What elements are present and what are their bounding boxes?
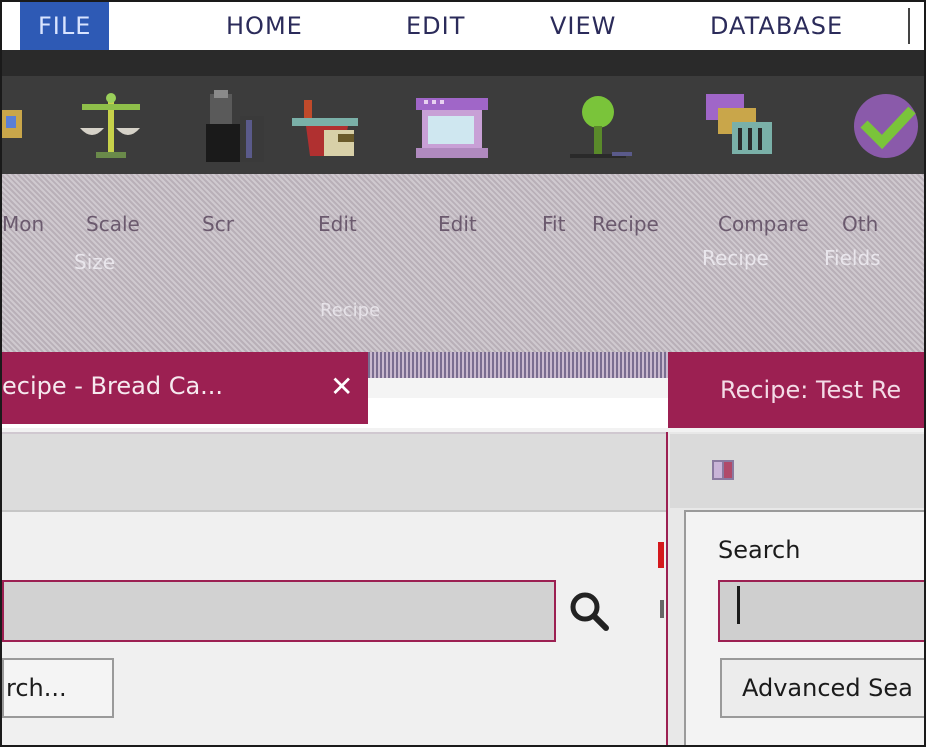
menu-edit[interactable]: EDIT <box>406 2 465 50</box>
menu-view[interactable]: VIEW <box>550 2 616 50</box>
ribbon-label: Oth <box>842 212 879 236</box>
menu-file[interactable]: FILE <box>20 2 110 50</box>
ribbon-label: Edit <box>318 212 357 236</box>
ribbon-sub-label: Size <box>74 250 116 274</box>
ribbon-sub-label: Fields <box>824 246 881 270</box>
nutrient-icon[interactable] <box>562 90 634 162</box>
containers-icon[interactable] <box>200 90 272 162</box>
ribbon-label: Mon <box>2 212 45 236</box>
ribbon-label: Scr <box>202 212 234 236</box>
compare-icon[interactable] <box>704 90 776 162</box>
edge-marks <box>658 542 664 618</box>
ribbon-label: Fit <box>542 212 566 236</box>
ribbon-label-area <box>2 174 924 352</box>
menu-home[interactable]: HOME <box>226 2 303 50</box>
search-input-right[interactable] <box>718 580 924 642</box>
advanced-search-button[interactable]: rch... <box>2 658 114 718</box>
tab-label: Recipe: Test Re <box>720 376 902 404</box>
text-caret <box>737 586 740 624</box>
edit-recipe-icon[interactable] <box>290 90 362 162</box>
menu-database[interactable]: DATABASE <box>710 2 843 50</box>
tab-label: ecipe - Bread Ca... <box>2 372 224 400</box>
tab-gap <box>368 352 668 378</box>
window-icon <box>712 460 734 480</box>
search-icon[interactable] <box>568 590 612 634</box>
scale-icon[interactable] <box>2 90 30 162</box>
search-label: Search <box>718 536 801 564</box>
tab-gap-lower <box>368 378 668 398</box>
tab-recipe-test[interactable]: Recipe: Test Re <box>668 352 924 428</box>
ribbon-label: Compare <box>718 212 809 236</box>
scale-balance-icon[interactable] <box>74 90 146 162</box>
close-icon[interactable]: ✕ <box>330 370 353 403</box>
menu-separator <box>908 8 910 44</box>
right-pane-toolbar <box>670 434 924 508</box>
ribbon-sub-label: Recipe <box>702 246 769 270</box>
ribbon-label: Edit <box>438 212 477 236</box>
left-pane-header <box>2 434 666 512</box>
edit-window-icon[interactable] <box>416 90 488 162</box>
ribbon-label: Recipe <box>592 212 659 236</box>
ribbon-group-label: Recipe <box>320 300 381 321</box>
search-input[interactable] <box>2 580 556 642</box>
ribbon-top-strip <box>2 50 924 76</box>
check-icon[interactable] <box>850 90 922 162</box>
menu-bar: FILE HOME EDIT VIEW DATABASE <box>2 2 924 50</box>
advanced-search-button-right[interactable]: Advanced Sea <box>720 658 924 718</box>
tab-recipe-bread[interactable]: ecipe - Bread Ca... ✕ <box>2 352 368 424</box>
app-window: FILE HOME EDIT VIEW DATABASE Mon Scale S… <box>0 0 926 747</box>
ribbon-label: Scale <box>86 212 140 236</box>
